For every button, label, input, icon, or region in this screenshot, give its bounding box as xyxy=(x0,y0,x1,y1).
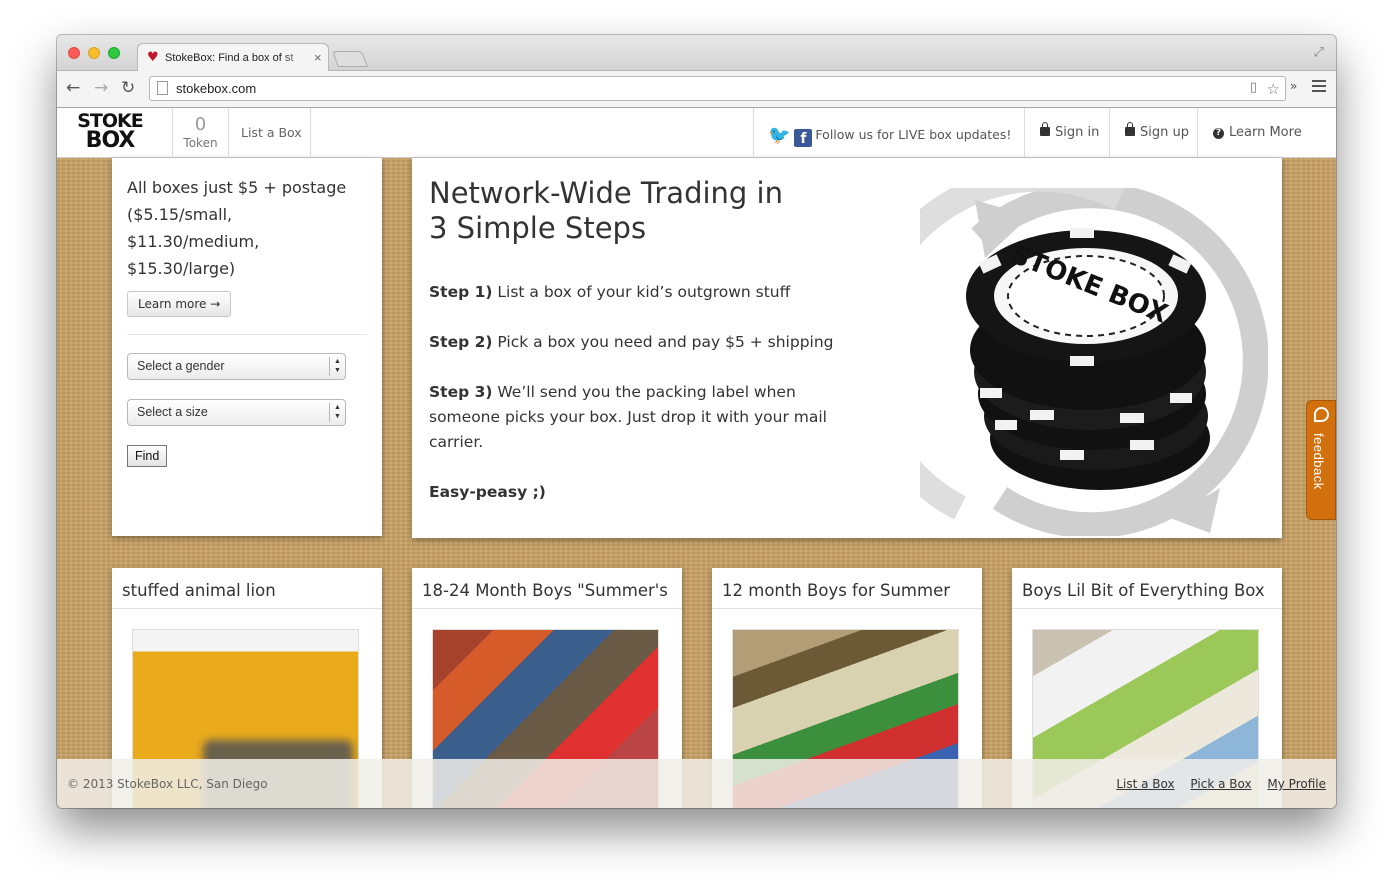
token-label: Token xyxy=(183,136,218,150)
select-arrows-icon: ▲ ▼ xyxy=(329,403,345,422)
fullscreen-icon[interactable]: ⤢ xyxy=(1314,45,1324,60)
reload-icon[interactable]: ↻ xyxy=(121,78,135,98)
steps-list: Step 1) List a box of your kid’s outgrow… xyxy=(429,280,869,530)
token-counter[interactable]: 0 Token xyxy=(172,108,228,158)
closing-text: Easy-peasy ;) xyxy=(429,483,546,501)
forward-arrow-icon[interactable]: → xyxy=(94,78,108,98)
nav-sign-in[interactable]: Sign in xyxy=(1024,108,1109,158)
step-1: Step 1) List a box of your kid’s outgrow… xyxy=(429,280,869,305)
find-button[interactable]: Find xyxy=(127,445,168,467)
gender-select[interactable]: Select a gender ▲ ▼ xyxy=(127,353,346,380)
lock-icon xyxy=(1125,122,1135,136)
size-select-value: Select a size xyxy=(137,405,208,419)
tab-title: StokeBox: Find a box of st xyxy=(165,52,294,64)
hero-title: Network-Wide Trading in 3 Simple Steps xyxy=(429,176,849,246)
browser-toolbar: ← → ↻ stokebox.com ▯ ☆ » xyxy=(57,71,1336,108)
feedback-label: feedback xyxy=(1311,433,1326,490)
feedback-tab[interactable]: feedback xyxy=(1306,400,1336,520)
new-tab-button[interactable] xyxy=(332,51,368,67)
step-2-label: Step 2) xyxy=(429,333,493,351)
nav-follow-us[interactable]: 🐦 f Follow us for LIVE box updates! xyxy=(753,108,1024,158)
hero-title-line-2: 3 Simple Steps xyxy=(429,211,647,245)
learn-more-button[interactable]: Learn more → xyxy=(127,291,232,317)
footer-link-my-profile[interactable]: My Profile xyxy=(1267,777,1326,791)
bookmark-star-icon[interactable]: ☆ xyxy=(1267,80,1280,98)
twitter-bird-icon[interactable]: 🐦 xyxy=(768,125,790,146)
page-action-icon[interactable]: ▯ xyxy=(1250,80,1257,95)
extensions-chevron-icon[interactable]: » xyxy=(1290,79,1297,93)
minimize-window-button[interactable] xyxy=(88,47,100,59)
token-count: 0 xyxy=(194,114,207,135)
logo-line-2: BOX xyxy=(85,128,136,153)
tab-close-icon[interactable]: × xyxy=(314,50,322,65)
step-2-text: Pick a box you need and pay $5 + shippin… xyxy=(497,333,834,351)
facebook-icon[interactable]: f xyxy=(794,129,813,147)
learn-more-label: Learn More xyxy=(1229,125,1302,140)
divider xyxy=(127,334,367,335)
address-bar[interactable]: stokebox.com ▯ ☆ xyxy=(149,76,1286,101)
lock-icon xyxy=(1040,122,1050,136)
step-3: Step 3) We’ll send you the packing label… xyxy=(429,380,869,455)
hero-title-line-1: Network-Wide Trading in xyxy=(429,176,783,210)
site-footer: © 2013 StokeBox LLC, San Diego List a Bo… xyxy=(57,759,1336,808)
close-window-button[interactable] xyxy=(68,47,80,59)
nav-sign-up[interactable]: Sign up xyxy=(1109,108,1197,158)
stokebox-logo[interactable]: STOKE BOX xyxy=(77,112,144,154)
step-1-label: Step 1) xyxy=(429,283,493,301)
nav-learn-more[interactable]: ? Learn More xyxy=(1197,108,1336,158)
follow-text: Follow us for LIVE box updates! xyxy=(815,127,1012,142)
title-bar: ♥ StokeBox: Find a box of st × ⤢ xyxy=(57,35,1336,72)
copyright: © 2013 StokeBox LLC, San Diego xyxy=(67,777,268,791)
footer-link-pick-a-box[interactable]: Pick a Box xyxy=(1190,777,1251,791)
pricing-promo: All boxes just $5 + postage ($5.15/small… xyxy=(127,178,347,278)
question-icon: ? xyxy=(1213,128,1224,139)
browser-tab[interactable]: ♥ StokeBox: Find a box of st × xyxy=(137,43,329,72)
size-select[interactable]: Select a size ▲ ▼ xyxy=(127,399,346,426)
sign-up-label: Sign up xyxy=(1140,125,1189,140)
how-it-works-card: Network-Wide Trading in 3 Simple Steps S… xyxy=(412,158,1282,538)
step-3-label: Step 3) xyxy=(429,383,493,401)
menu-icon[interactable] xyxy=(1312,80,1326,92)
search-card: All boxes just $5 + postage ($5.15/small… xyxy=(112,158,382,536)
heart-favicon-icon: ♥ xyxy=(147,50,159,65)
footer-link-list-a-box[interactable]: List a Box xyxy=(1116,777,1174,791)
page-viewport: STOKE BOX 0 Token List a Box 🐦 f Follow us… xyxy=(57,108,1336,808)
step-1-text: List a box of your kid’s outgrown stuff xyxy=(497,283,791,301)
url-text: stokebox.com xyxy=(176,81,257,96)
poker-chip-stack-icon: STOKE BOX xyxy=(920,188,1268,536)
box-title[interactable]: 18-24 Month Boys "Summer's xyxy=(412,568,682,609)
box-title[interactable]: 12 month Boys for Summer xyxy=(712,568,982,609)
browser-window: ♥ StokeBox: Find a box of st × ⤢ ← → ↻ s… xyxy=(57,35,1336,808)
step-2: Step 2) Pick a box you need and pay $5 +… xyxy=(429,330,869,355)
gender-select-value: Select a gender xyxy=(137,359,225,373)
sign-in-label: Sign in xyxy=(1055,125,1100,140)
zoom-window-button[interactable] xyxy=(108,47,120,59)
select-arrows-icon: ▲ ▼ xyxy=(329,357,345,376)
site-navbar: STOKE BOX 0 Token List a Box 🐦 f Follow us… xyxy=(57,108,1336,158)
megaphone-icon xyxy=(1314,407,1329,422)
footer-links: List a Box Pick a Box My Profile xyxy=(1104,777,1326,791)
box-title[interactable]: Boys Lil Bit of Everything Box xyxy=(1012,568,1282,609)
nav-list-a-box[interactable]: List a Box xyxy=(228,108,311,158)
page-icon xyxy=(157,81,168,95)
back-arrow-icon[interactable]: ← xyxy=(66,78,80,98)
box-title[interactable]: stuffed animal lion xyxy=(112,568,382,609)
